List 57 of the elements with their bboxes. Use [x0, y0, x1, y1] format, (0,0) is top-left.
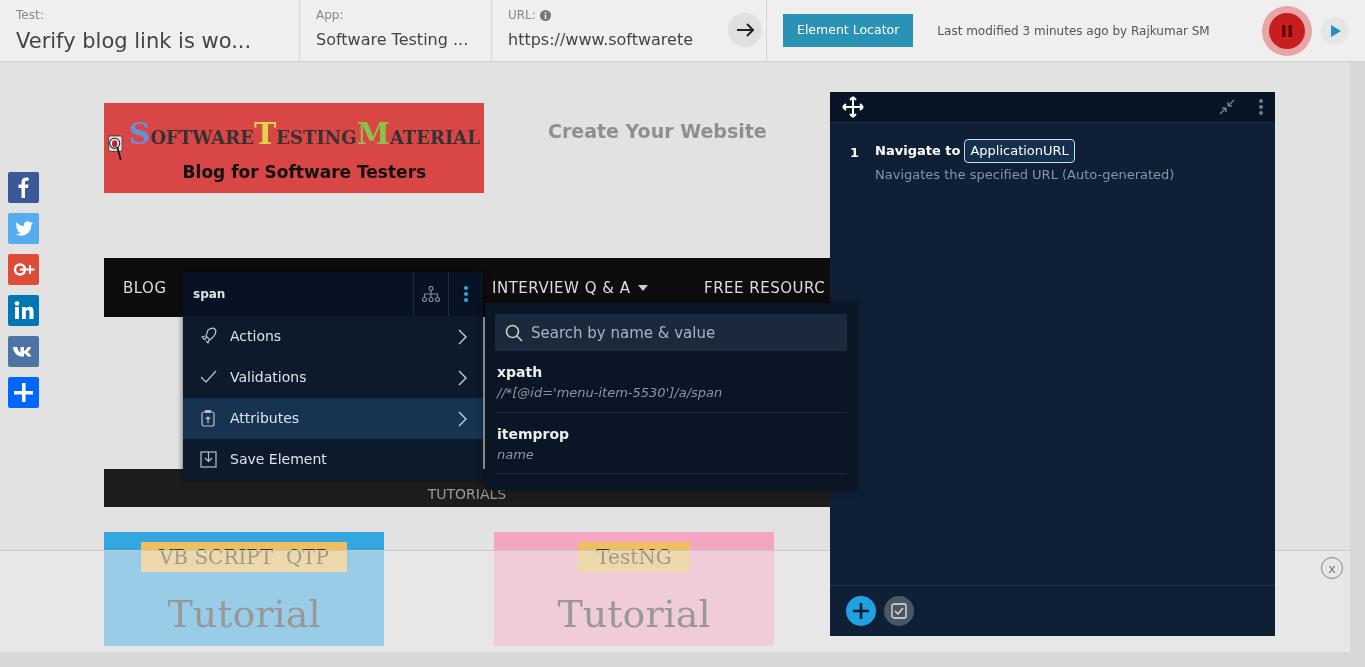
- save-icon: [199, 450, 218, 469]
- thumbnail-subtitle: Tutorial: [167, 591, 321, 638]
- chevron-right-icon: [458, 410, 467, 427]
- logo-title: SOFTWARETESTINGMATERIAL: [128, 114, 480, 153]
- parameter-chip[interactable]: ApplicationURL: [964, 139, 1075, 163]
- menu-item[interactable]: Validations: [183, 357, 483, 398]
- field-label: Test:: [16, 7, 44, 24]
- googleplus-icon[interactable]: [8, 254, 39, 285]
- nav-link[interactable]: BLOG: [123, 278, 167, 297]
- step-description: Navigates the specified URL (Auto-generated): [875, 165, 1175, 184]
- twitter-icon[interactable]: [8, 213, 39, 244]
- step-number: 1: [850, 144, 860, 162]
- element-locator-button[interactable]: Element Locator: [783, 14, 914, 47]
- menu-item[interactable]: Actions: [183, 316, 483, 357]
- more-options-icon[interactable]: [1259, 99, 1263, 115]
- plus-icon: [853, 603, 869, 619]
- section-heading: TUTORIALS: [427, 485, 507, 504]
- add-step-button[interactable]: [846, 596, 876, 626]
- play-button[interactable]: [1321, 16, 1349, 45]
- checkbox-icon: [891, 603, 907, 619]
- vertical-scrollbar[interactable]: [1350, 62, 1365, 667]
- field-label: App:: [316, 7, 344, 24]
- chevron-right-icon: [458, 328, 467, 345]
- collapse-icon[interactable]: [1219, 99, 1235, 115]
- step-action: Navigate to: [875, 142, 961, 160]
- attribute-name: itemprop: [497, 424, 571, 444]
- clipboard-icon: [199, 409, 218, 428]
- search-icon: [505, 324, 523, 342]
- move-icon[interactable]: [842, 96, 864, 118]
- field-value: https://www.softwarete: [508, 29, 695, 51]
- more-options-icon[interactable]: [464, 286, 468, 302]
- facebook-icon[interactable]: [8, 172, 39, 203]
- ad-heading: Create Your Website: [548, 119, 767, 144]
- attribute-value: name: [497, 445, 535, 464]
- field-value: Software Testing ...: [316, 29, 470, 51]
- logo-tagline: Blog for Software Testers: [182, 160, 427, 184]
- site-logo[interactable]: SOFTWARETESTINGMATERIAL Blog for Software Testers: [104, 103, 484, 193]
- attribute-name: xpath: [497, 363, 544, 382]
- nav-link[interactable]: FREE RESOURC: [704, 278, 826, 297]
- thumbnail-subtitle: Tutorial: [557, 591, 711, 638]
- last-modified-text: Last modified 3 minutes ago by Rajkumar SM: [937, 22, 1210, 40]
- pause-record-button[interactable]: [1261, 4, 1313, 57]
- test-name: Verify blog link is wo...: [16, 28, 253, 55]
- nav-link[interactable]: INTERVIEW Q & A: [492, 278, 649, 297]
- menu-item[interactable]: Save Element: [183, 439, 483, 480]
- pointer-icon: [199, 327, 218, 346]
- menu-item[interactable]: Attributes: [183, 398, 483, 439]
- field-label: URL:: [508, 7, 536, 24]
- search-field[interactable]: Search by name & value: [495, 314, 847, 351]
- share-icon[interactable]: [8, 377, 39, 408]
- attribute-value: //*[@id='menu-item-5530']/a/span: [497, 384, 724, 402]
- checklist-button[interactable]: [884, 596, 914, 626]
- linkedin-icon[interactable]: [8, 295, 39, 326]
- vk-icon[interactable]: [8, 336, 39, 367]
- chevron-right-icon: [458, 369, 467, 386]
- hierarchy-icon[interactable]: [422, 286, 440, 302]
- caret-icon: [638, 285, 649, 291]
